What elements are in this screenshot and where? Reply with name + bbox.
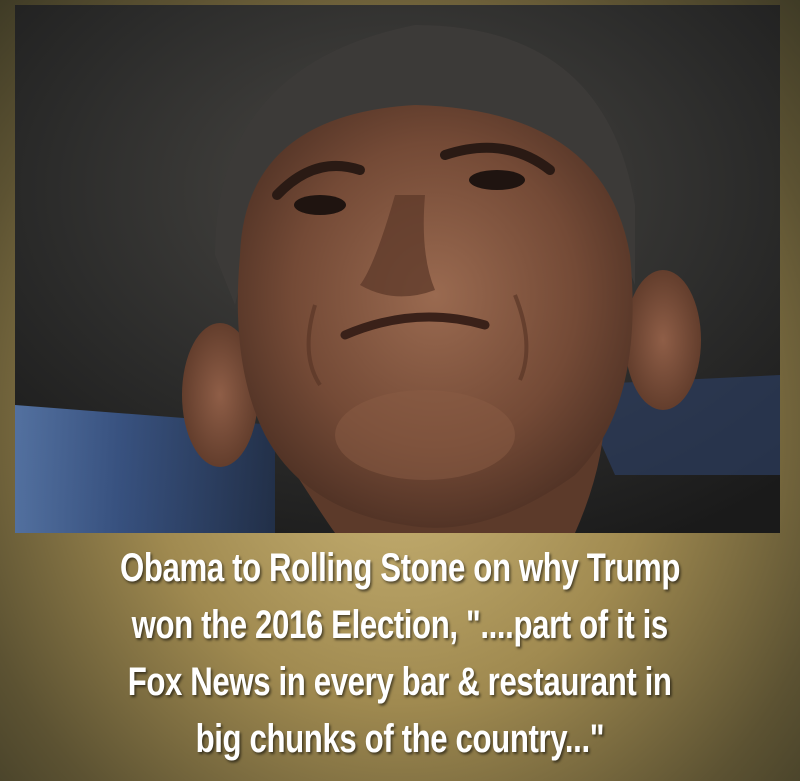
chin (335, 390, 515, 480)
right-ear (625, 270, 701, 410)
caption-line-4: big chunks of the country..." (195, 717, 605, 761)
caption-line-1: Obama to Rolling Stone on why Trump (119, 546, 681, 590)
caption-line-2: won the 2016 Election, "....part of it i… (131, 603, 669, 647)
meme-caption: Obama to Rolling Stone on why Trump won … (20, 540, 780, 770)
right-eye (469, 170, 525, 190)
portrait-photo (15, 5, 780, 533)
portrait-illustration (15, 5, 780, 533)
meme-frame: Obama to Rolling Stone on why Trump won … (0, 0, 800, 781)
caption-line-3: Fox News in every bar & restaurant in (128, 660, 672, 704)
left-eye (294, 195, 346, 215)
